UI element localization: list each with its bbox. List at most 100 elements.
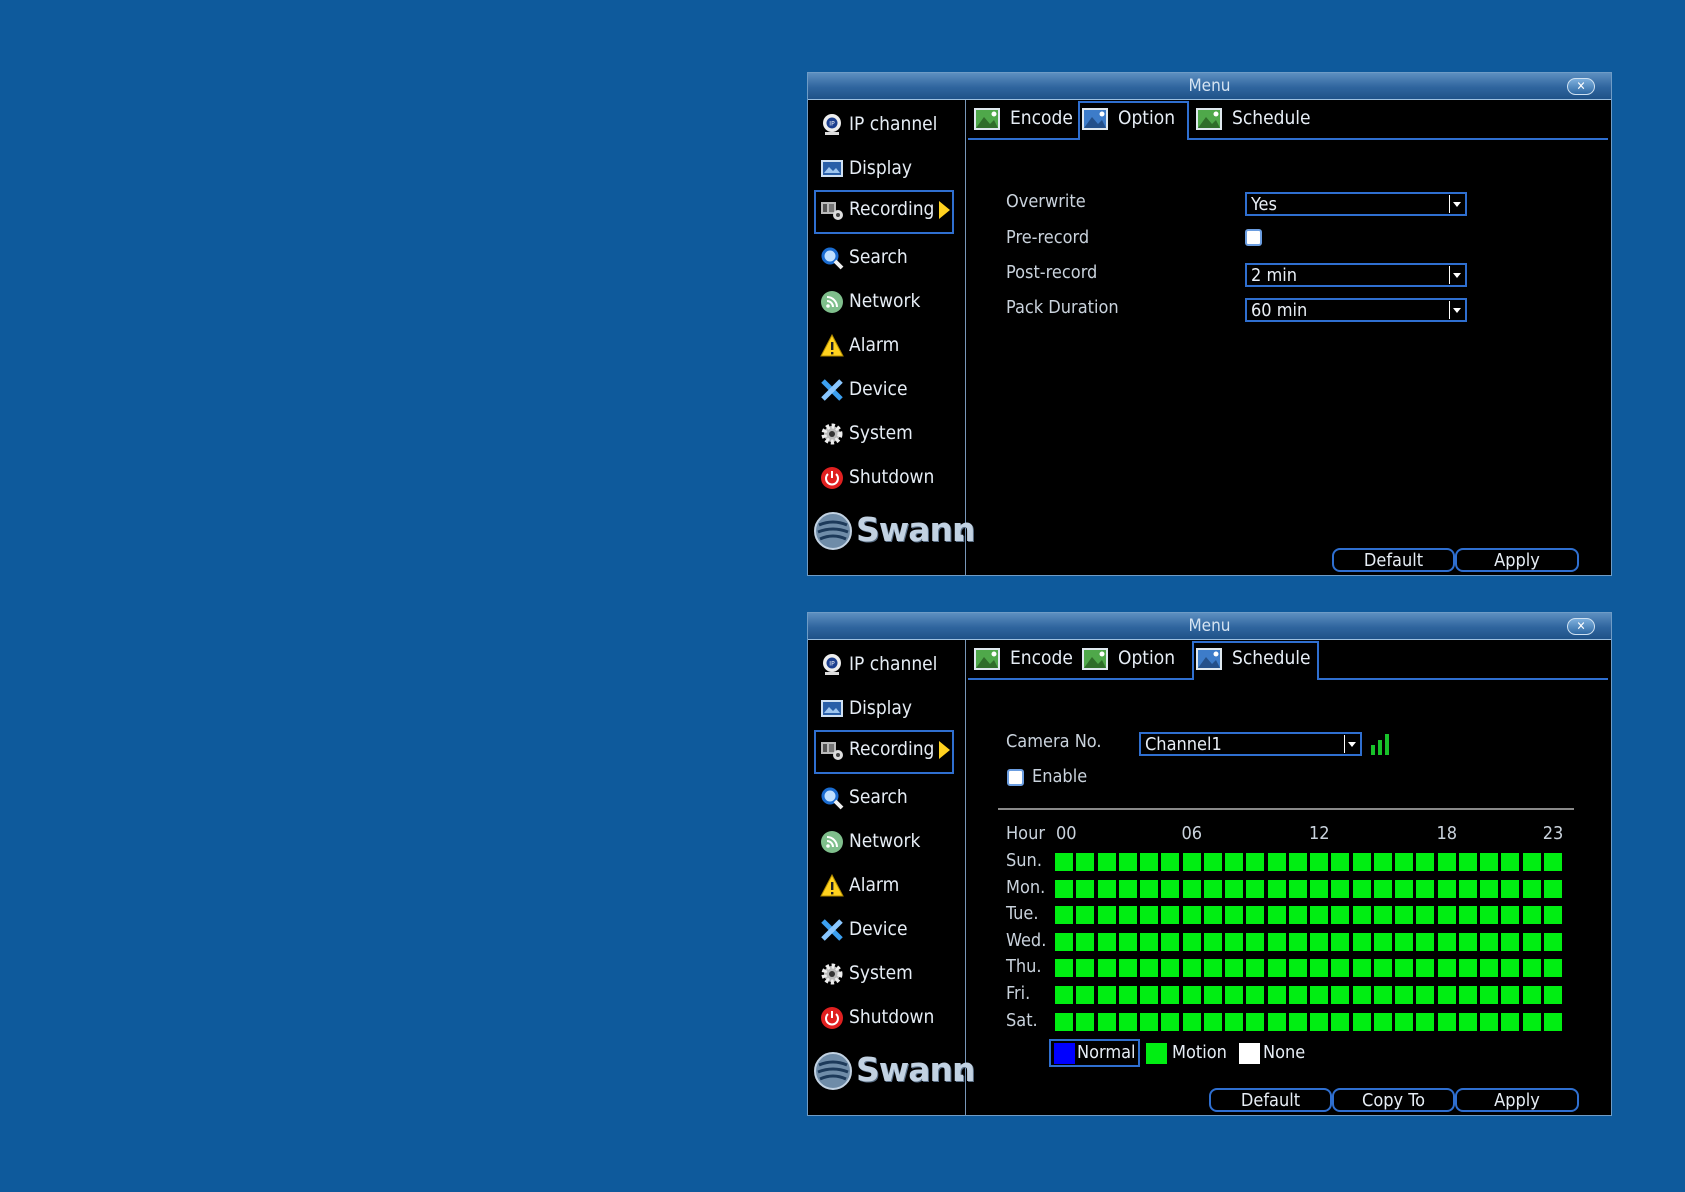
schedule-cell[interactable] [1183, 933, 1201, 951]
schedule-cell[interactable] [1331, 959, 1349, 977]
schedule-cell[interactable] [1183, 959, 1201, 977]
sidebar-item-alarm[interactable]: Alarm [814, 326, 954, 366]
schedule-cell[interactable] [1161, 853, 1179, 871]
chevron-down-icon[interactable] [1449, 301, 1464, 319]
schedule-cell[interactable] [1098, 959, 1116, 977]
schedule-cell[interactable] [1098, 906, 1116, 924]
schedule-cell[interactable] [1076, 986, 1094, 1004]
schedule-cell[interactable] [1268, 880, 1286, 898]
schedule-cell[interactable] [1501, 906, 1519, 924]
schedule-cell[interactable] [1225, 986, 1243, 1004]
schedule-cell[interactable] [1161, 986, 1179, 1004]
schedule-cell[interactable] [1183, 853, 1201, 871]
schedule-cell[interactable] [1438, 933, 1456, 951]
schedule-cell[interactable] [1310, 853, 1328, 871]
schedule-cell[interactable] [1268, 959, 1286, 977]
schedule-cell[interactable] [1140, 986, 1158, 1004]
schedule-cell[interactable] [1246, 853, 1264, 871]
schedule-cell[interactable] [1523, 880, 1541, 898]
schedule-cell[interactable] [1225, 906, 1243, 924]
sidebar-item-display[interactable]: Display [814, 149, 954, 189]
schedule-cell[interactable] [1098, 986, 1116, 1004]
schedule-cell[interactable] [1246, 986, 1264, 1004]
schedule-cell[interactable] [1353, 1013, 1371, 1031]
schedule-cell[interactable] [1416, 1013, 1434, 1031]
sidebar-item-network[interactable]: Network [814, 282, 954, 322]
schedule-cell[interactable] [1501, 986, 1519, 1004]
schedule-cell[interactable] [1459, 1013, 1477, 1031]
schedule-cell[interactable] [1289, 853, 1307, 871]
schedule-cell[interactable] [1438, 986, 1456, 1004]
schedule-cell[interactable] [1268, 906, 1286, 924]
sidebar-item-search[interactable]: Search [814, 238, 954, 278]
schedule-cell[interactable] [1544, 986, 1562, 1004]
schedule-cell[interactable] [1310, 1013, 1328, 1031]
schedule-cell[interactable] [1183, 906, 1201, 924]
schedule-cell[interactable] [1161, 906, 1179, 924]
schedule-cell[interactable] [1076, 906, 1094, 924]
schedule-cell[interactable] [1140, 906, 1158, 924]
schedule-cell[interactable] [1225, 853, 1243, 871]
schedule-cell[interactable] [1225, 933, 1243, 951]
schedule-cell[interactable] [1416, 853, 1434, 871]
schedule-cell[interactable] [1395, 880, 1413, 898]
schedule-cell[interactable] [1395, 933, 1413, 951]
schedule-cell[interactable] [1459, 853, 1477, 871]
schedule-cell[interactable] [1310, 986, 1328, 1004]
schedule-cell[interactable] [1395, 959, 1413, 977]
schedule-cell[interactable] [1480, 853, 1498, 871]
schedule-cell[interactable] [1246, 933, 1264, 951]
schedule-cell[interactable] [1119, 933, 1137, 951]
schedule-cell[interactable] [1501, 1013, 1519, 1031]
schedule-cell[interactable] [1246, 880, 1264, 898]
schedule-cell[interactable] [1374, 1013, 1392, 1031]
schedule-cell[interactable] [1225, 959, 1243, 977]
chevron-down-icon[interactable] [1449, 195, 1464, 213]
schedule-cell[interactable] [1523, 933, 1541, 951]
schedule-cell[interactable] [1268, 933, 1286, 951]
schedule-cell[interactable] [1459, 959, 1477, 977]
schedule-cell[interactable] [1310, 933, 1328, 951]
postrecord-select[interactable]: 2 min [1245, 263, 1467, 287]
schedule-cell[interactable] [1523, 1013, 1541, 1031]
schedule-cell[interactable] [1289, 880, 1307, 898]
schedule-cell[interactable] [1480, 959, 1498, 977]
schedule-cell[interactable] [1523, 853, 1541, 871]
schedule-cell[interactable] [1331, 906, 1349, 924]
schedule-cell[interactable] [1480, 1013, 1498, 1031]
legend-motion-swatch[interactable] [1146, 1043, 1167, 1064]
schedule-cell[interactable] [1204, 933, 1222, 951]
tab-schedule[interactable]: Schedule [1192, 641, 1319, 680]
schedule-cell[interactable] [1055, 906, 1073, 924]
schedule-cell[interactable] [1331, 880, 1349, 898]
schedule-cell[interactable] [1183, 880, 1201, 898]
schedule-cell[interactable] [1544, 906, 1562, 924]
sidebar-item-ip-channel[interactable]: IP IP channel [814, 645, 954, 685]
schedule-cell[interactable] [1055, 933, 1073, 951]
schedule-cell[interactable] [1459, 906, 1477, 924]
schedule-cell[interactable] [1140, 853, 1158, 871]
tab-schedule[interactable]: Schedule [1192, 101, 1322, 138]
schedule-cell[interactable] [1544, 959, 1562, 977]
schedule-cell[interactable] [1416, 880, 1434, 898]
schedule-cell[interactable] [1183, 1013, 1201, 1031]
sidebar-item-shutdown[interactable]: Shutdown [814, 458, 954, 498]
sidebar-item-device[interactable]: Device [814, 370, 954, 410]
schedule-cell[interactable] [1076, 880, 1094, 898]
schedule-cell[interactable] [1501, 959, 1519, 977]
schedule-cell[interactable] [1204, 959, 1222, 977]
schedule-cell[interactable] [1246, 906, 1264, 924]
schedule-cell[interactable] [1183, 986, 1201, 1004]
schedule-cell[interactable] [1416, 906, 1434, 924]
schedule-cell[interactable] [1204, 880, 1222, 898]
schedule-cell[interactable] [1374, 959, 1392, 977]
overwrite-select[interactable]: Yes [1245, 192, 1467, 216]
schedule-cell[interactable] [1204, 906, 1222, 924]
chevron-down-icon[interactable] [1344, 735, 1359, 753]
schedule-cell[interactable] [1416, 959, 1434, 977]
chevron-down-icon[interactable] [1449, 266, 1464, 284]
schedule-cell[interactable] [1246, 959, 1264, 977]
schedule-cell[interactable] [1119, 1013, 1137, 1031]
default-button[interactable]: Default [1209, 1088, 1332, 1112]
schedule-cell[interactable] [1076, 959, 1094, 977]
